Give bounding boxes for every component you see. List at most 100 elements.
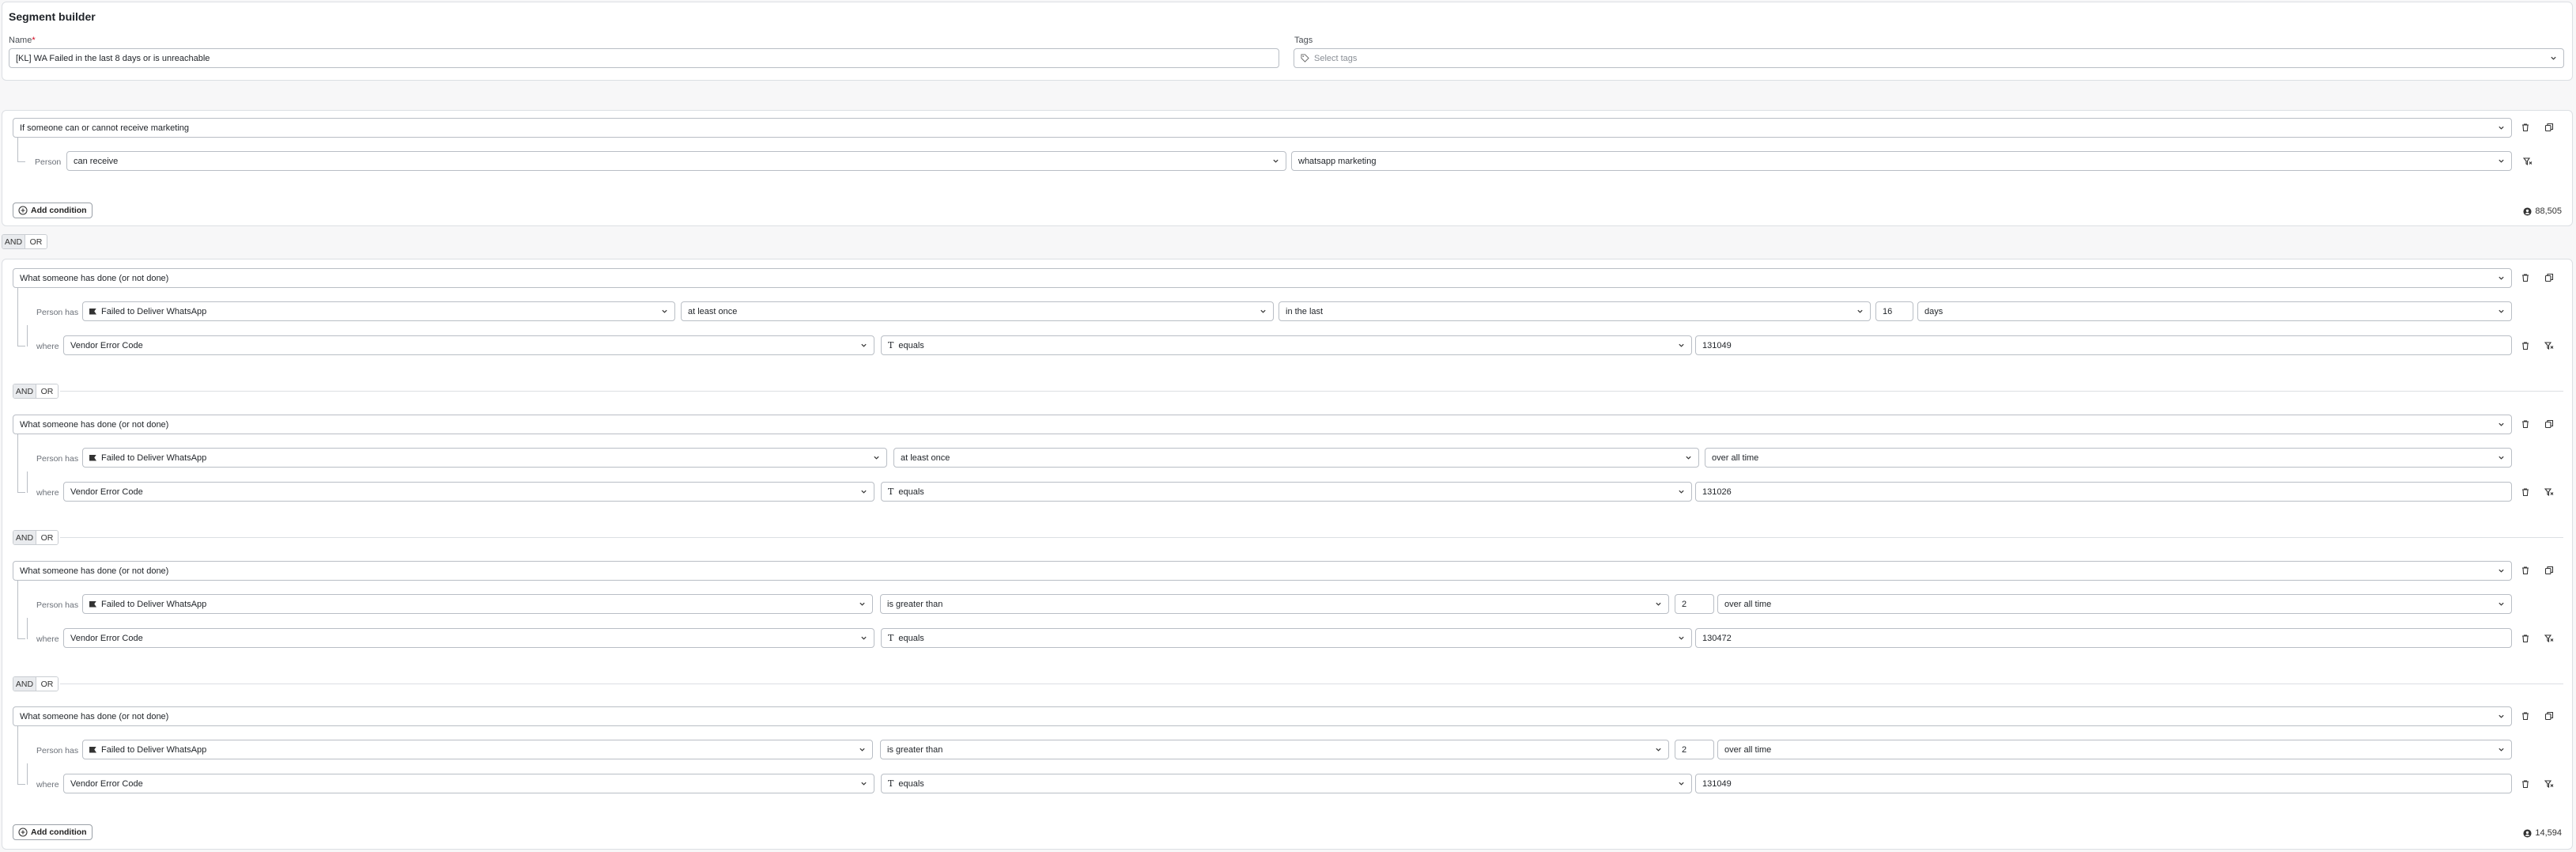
or-option[interactable]: OR bbox=[36, 384, 58, 398]
or-option[interactable]: OR bbox=[36, 531, 58, 544]
timeframe-unit-select[interactable]: days bbox=[1917, 301, 2512, 321]
filter-remove-icon[interactable] bbox=[2543, 486, 2555, 498]
copy-icon[interactable] bbox=[2543, 710, 2555, 722]
divider bbox=[60, 537, 2563, 538]
chevron-down-icon bbox=[2497, 600, 2505, 608]
chevron-down-icon bbox=[859, 488, 867, 496]
value-input[interactable]: 131026 bbox=[1695, 482, 2512, 502]
and-option[interactable]: AND bbox=[13, 677, 36, 691]
condition-and-or-toggle[interactable]: AND OR bbox=[13, 530, 59, 545]
trash-icon[interactable] bbox=[2519, 121, 2532, 134]
person-has-label: Person has bbox=[36, 746, 79, 755]
operator-select[interactable]: T equals bbox=[881, 482, 1692, 502]
and-option[interactable]: AND bbox=[13, 531, 36, 544]
filter-remove-icon[interactable] bbox=[2521, 155, 2534, 168]
trash-icon[interactable] bbox=[2519, 632, 2532, 645]
condition-type-select[interactable]: What someone has done (or not done) bbox=[13, 561, 2512, 581]
trash-icon[interactable] bbox=[2519, 486, 2532, 498]
plus-circle-icon bbox=[18, 206, 28, 215]
value-input[interactable]: 131049 bbox=[1695, 335, 2512, 355]
condition-and-or-toggle[interactable]: AND OR bbox=[13, 384, 59, 399]
operator-select[interactable]: T equals bbox=[881, 628, 1692, 648]
where-label: where bbox=[36, 634, 59, 644]
chevron-down-icon bbox=[1677, 780, 1685, 788]
frequency-select[interactable]: at least once bbox=[681, 301, 1274, 321]
timeframe-select[interactable]: over all time bbox=[1705, 448, 2512, 468]
and-option[interactable]: AND bbox=[13, 384, 36, 398]
chevron-down-icon bbox=[2497, 713, 2505, 721]
tag-icon bbox=[1301, 54, 1309, 62]
text-type-icon: T bbox=[888, 633, 894, 643]
chevron-down-icon bbox=[2497, 746, 2505, 754]
trash-icon[interactable] bbox=[2519, 778, 2532, 790]
chevron-down-icon bbox=[660, 308, 668, 316]
event-select[interactable]: Failed to Deliver WhatsApp bbox=[82, 740, 873, 759]
operator-select[interactable]: T equals bbox=[881, 335, 1692, 355]
chevron-down-icon bbox=[2497, 157, 2505, 165]
trash-icon[interactable] bbox=[2519, 418, 2532, 430]
or-option[interactable]: OR bbox=[36, 677, 58, 691]
tree-connector bbox=[27, 325, 35, 346]
flag-icon bbox=[89, 600, 96, 608]
copy-icon[interactable] bbox=[2543, 121, 2555, 134]
add-condition-button[interactable]: Add condition bbox=[13, 824, 93, 840]
chevron-down-icon bbox=[2497, 124, 2505, 132]
property-select[interactable]: Vendor Error Code bbox=[63, 774, 874, 793]
chevron-down-icon bbox=[2497, 308, 2505, 316]
filter-remove-icon[interactable] bbox=[2543, 778, 2555, 790]
tree-connector bbox=[17, 726, 25, 785]
frequency-select[interactable]: at least once bbox=[893, 448, 1699, 468]
count-number-input[interactable]: 2 bbox=[1675, 594, 1714, 614]
trash-icon[interactable] bbox=[2519, 271, 2532, 284]
trash-icon[interactable] bbox=[2519, 564, 2532, 577]
tree-connector bbox=[27, 618, 35, 639]
event-select[interactable]: Failed to Deliver WhatsApp bbox=[82, 448, 887, 468]
property-select[interactable]: Vendor Error Code bbox=[63, 628, 874, 648]
operator-select[interactable]: T equals bbox=[881, 774, 1692, 793]
channel-select[interactable]: whatsapp marketing bbox=[1291, 151, 2512, 171]
timeframe-select[interactable]: in the last bbox=[1279, 301, 1871, 321]
filter-remove-icon[interactable] bbox=[2543, 339, 2555, 352]
value-input[interactable]: 131049 bbox=[1695, 774, 2512, 793]
flag-icon bbox=[89, 308, 96, 315]
timeframe-select[interactable]: over all time bbox=[1717, 594, 2512, 614]
person-has-label: Person has bbox=[36, 600, 79, 610]
chevron-down-icon bbox=[1677, 488, 1685, 496]
property-select[interactable]: Vendor Error Code bbox=[63, 335, 874, 355]
tags-select[interactable]: Select tags bbox=[1294, 48, 2564, 68]
property-select[interactable]: Vendor Error Code bbox=[63, 482, 874, 502]
condition-type-select[interactable]: What someone has done (or not done) bbox=[13, 268, 2512, 288]
and-option[interactable]: AND bbox=[2, 235, 25, 248]
condition-type-select[interactable]: If someone can or cannot receive marketi… bbox=[13, 118, 2512, 138]
copy-icon[interactable] bbox=[2543, 418, 2555, 430]
frequency-select[interactable]: is greater than bbox=[880, 740, 1669, 759]
frequency-select[interactable]: is greater than bbox=[880, 594, 1669, 614]
tree-connector bbox=[27, 471, 35, 493]
copy-icon[interactable] bbox=[2543, 271, 2555, 284]
or-option[interactable]: OR bbox=[25, 235, 47, 248]
chevron-down-icon bbox=[858, 746, 866, 754]
can-receive-select[interactable]: can receive bbox=[66, 151, 1286, 171]
chevron-down-icon bbox=[1684, 454, 1692, 462]
chevron-down-icon bbox=[872, 454, 880, 462]
name-input[interactable]: [KL] WA Failed in the last 8 days or is … bbox=[9, 48, 1279, 68]
add-condition-button[interactable]: Add condition bbox=[13, 203, 93, 218]
condition-type-select[interactable]: What someone has done (or not done) bbox=[13, 706, 2512, 726]
timeframe-select[interactable]: over all time bbox=[1717, 740, 2512, 759]
count-number-input[interactable]: 2 bbox=[1675, 740, 1714, 759]
copy-icon[interactable] bbox=[2543, 564, 2555, 577]
condition-type-select[interactable]: What someone has done (or not done) bbox=[13, 415, 2512, 434]
condition-and-or-toggle[interactable]: AND OR bbox=[13, 676, 59, 691]
event-select[interactable]: Failed to Deliver WhatsApp bbox=[82, 301, 675, 321]
timeframe-number-input[interactable]: 16 bbox=[1875, 301, 1913, 321]
tree-connector bbox=[17, 581, 25, 639]
trash-icon[interactable] bbox=[2519, 339, 2532, 352]
trash-icon[interactable] bbox=[2519, 710, 2532, 722]
profile-count: 88,505 bbox=[2523, 206, 2562, 216]
event-select[interactable]: Failed to Deliver WhatsApp bbox=[82, 594, 873, 614]
filter-remove-icon[interactable] bbox=[2543, 632, 2555, 645]
tree-connector bbox=[17, 434, 25, 493]
group-and-or-toggle[interactable]: AND OR bbox=[2, 234, 47, 249]
chevron-down-icon bbox=[2497, 567, 2505, 575]
value-input[interactable]: 130472 bbox=[1695, 628, 2512, 648]
